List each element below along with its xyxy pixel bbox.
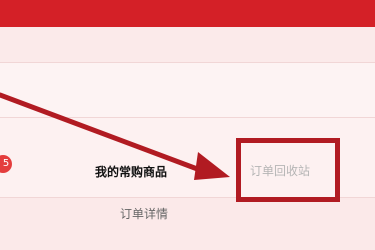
section-row-4: [0, 197, 375, 250]
frequent-products-tab[interactable]: 我的常购商品: [95, 164, 185, 180]
divider: [0, 117, 375, 118]
annotation-highlight-box: [236, 138, 340, 202]
section-row-1: [0, 27, 375, 62]
badge-count: 5: [2, 158, 10, 169]
app-header: [0, 0, 375, 27]
divider: [0, 62, 375, 63]
section-row-2: [0, 62, 375, 117]
order-detail-label[interactable]: 订单详情: [120, 206, 200, 222]
